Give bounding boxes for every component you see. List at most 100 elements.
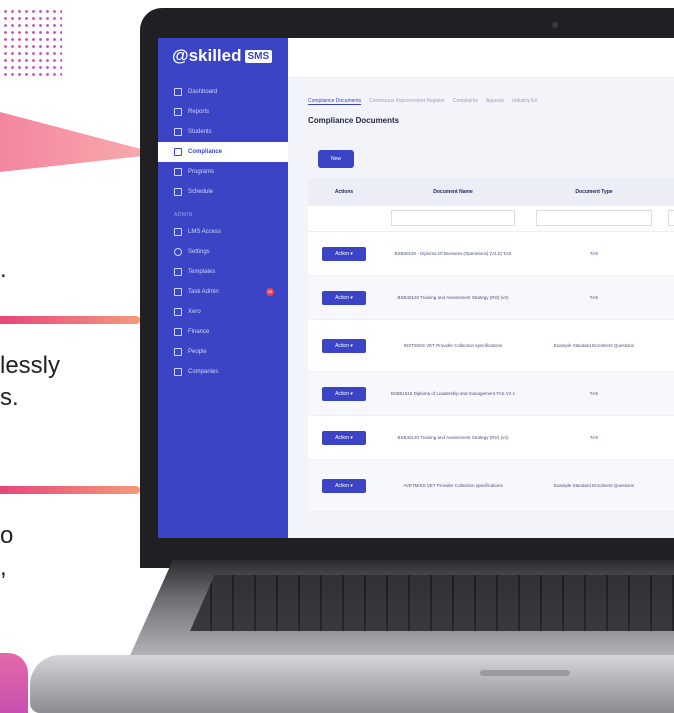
sidebar-item-label: LMS Access bbox=[188, 229, 222, 235]
table-header: Actions Document Name Document Type bbox=[308, 178, 674, 206]
app-logo[interactable]: @skilled SMS bbox=[172, 46, 273, 66]
sidebar-item-schedule[interactable]: Schedule bbox=[158, 182, 288, 202]
action-button[interactable]: Action ▾ bbox=[322, 290, 366, 305]
document-type: Example Standard Enrolment Questions bbox=[553, 343, 635, 348]
sidebar-item-lms-access[interactable]: LMS Access bbox=[158, 222, 288, 242]
table-cell: Action ▾ bbox=[308, 338, 380, 353]
background-text: lessly bbox=[0, 352, 61, 379]
extra-cell: T bbox=[662, 251, 674, 256]
sidebar-item-dashboard[interactable]: Dashboard bbox=[158, 82, 288, 102]
sidebar: @skilled SMS Dashboard Reports Students C… bbox=[158, 38, 288, 538]
table-row: Action ▾ BSB50120 - Diploma Of Business … bbox=[308, 232, 674, 276]
sidebar-item-label: Students bbox=[188, 129, 212, 135]
table-cell: Action ▾ bbox=[308, 290, 380, 305]
document-name-filter[interactable] bbox=[390, 210, 516, 226]
extra-cell: N bbox=[662, 343, 674, 348]
sidebar-item-label: Dashboard bbox=[188, 89, 218, 95]
document-type: TAS bbox=[589, 251, 599, 256]
templates-icon bbox=[174, 268, 182, 276]
sidebar-item-students[interactable]: Students bbox=[158, 122, 288, 142]
document-name: BSB40120 Training and Assessment Strateg… bbox=[397, 435, 509, 440]
sidebar-item-label: Xero bbox=[188, 309, 201, 315]
tab-appeals[interactable]: Appeals bbox=[486, 98, 504, 105]
sidebar-item-label: Schedule bbox=[188, 189, 214, 195]
tab-industry[interactable]: Industry En bbox=[512, 98, 537, 105]
sidebar-item-label: People bbox=[188, 349, 207, 355]
column-header[interactable]: Actions bbox=[308, 189, 380, 195]
action-button[interactable]: Action ▾ bbox=[322, 430, 366, 445]
laptop-screen: @skilled SMS Dashboard Reports Students C… bbox=[158, 38, 674, 538]
table-row: Action ▾ INSTIMSS VET Provider Collectio… bbox=[308, 320, 674, 372]
decorative-wedge bbox=[0, 112, 160, 172]
table-row: Action ▾ BSB40120 Training and Assessmen… bbox=[308, 416, 674, 460]
gear-icon bbox=[174, 248, 182, 256]
extra-cell: R bbox=[662, 391, 674, 396]
extra-filter[interactable] bbox=[667, 210, 674, 226]
extra-cell: T bbox=[662, 295, 674, 300]
sidebar-item-label: Programs bbox=[188, 169, 215, 175]
action-button[interactable]: Action ▾ bbox=[322, 478, 366, 493]
column-header[interactable]: Document Name bbox=[380, 189, 526, 195]
tab-bar: Compliance Documents Continuous Improvem… bbox=[308, 98, 537, 105]
sidebar-item-reports[interactable]: Reports bbox=[158, 102, 288, 122]
sidebar-item-label: Finance bbox=[188, 329, 210, 335]
finance-icon bbox=[174, 328, 182, 336]
sidebar-item-templates[interactable]: Templates bbox=[158, 262, 288, 282]
table-row: Action ▾ BSB40120 Training and Assessmen… bbox=[308, 276, 674, 320]
sidebar-item-programs[interactable]: Programs bbox=[158, 162, 288, 182]
sidebar-item-finance[interactable]: Finance bbox=[158, 322, 288, 342]
table-cell: Action ▾ bbox=[308, 246, 380, 261]
document-name: INSTIMSS VET Provider Collection specifi… bbox=[403, 343, 503, 348]
lms-icon bbox=[174, 228, 182, 236]
table-row: Action ▾ AVETMISS VET Provider Collectio… bbox=[308, 460, 674, 512]
action-button[interactable]: Action ▾ bbox=[322, 386, 366, 401]
students-icon bbox=[174, 128, 182, 136]
schedule-icon bbox=[174, 188, 182, 196]
documents-table: Actions Document Name Document Type Acti… bbox=[308, 178, 674, 512]
notification-badge: 33 bbox=[266, 288, 274, 296]
table-cell: Action ▾ bbox=[308, 478, 380, 493]
camera-icon bbox=[552, 22, 558, 28]
sidebar-item-compliance[interactable]: Compliance bbox=[158, 142, 288, 162]
people-icon bbox=[174, 348, 182, 356]
tab-complaints[interactable]: Complaints bbox=[453, 98, 478, 105]
document-type: TAS bbox=[589, 435, 599, 440]
decorative-stripe bbox=[0, 316, 140, 324]
sidebar-item-task-admin[interactable]: Task Admin 33 bbox=[158, 282, 288, 302]
filter-cell bbox=[662, 210, 674, 228]
sidebar-item-label: Companies bbox=[188, 369, 219, 375]
sidebar-item-people[interactable]: People bbox=[158, 342, 288, 362]
tab-compliance-documents[interactable]: Compliance Documents bbox=[308, 98, 362, 105]
column-header[interactable]: Document Type bbox=[526, 189, 662, 195]
compliance-icon bbox=[174, 148, 182, 156]
xero-icon bbox=[174, 308, 182, 316]
table-body: Action ▾ BSB50120 - Diploma Of Business … bbox=[308, 232, 674, 512]
sidebar-item-xero[interactable]: Xero bbox=[158, 302, 288, 322]
sidebar-item-companies[interactable]: Companies bbox=[158, 362, 288, 382]
background-text: . bbox=[0, 256, 7, 283]
sidebar-item-settings[interactable]: Settings bbox=[158, 242, 288, 262]
filter-cell bbox=[526, 210, 662, 228]
sidebar-item-label: Settings bbox=[188, 249, 210, 255]
decorative-dots bbox=[2, 8, 62, 78]
action-button[interactable]: Action ▾ bbox=[322, 338, 366, 353]
laptop-keyboard bbox=[190, 575, 674, 631]
companies-icon bbox=[174, 368, 182, 376]
sidebar-item-label: Task Admin bbox=[188, 289, 219, 295]
tab-continuous-improvement[interactable]: Continuous Improvement Register bbox=[369, 98, 445, 105]
report-icon bbox=[174, 108, 182, 116]
main-content: Compliance Documents Continuous Improvem… bbox=[288, 78, 674, 538]
sidebar-item-label: Templates bbox=[188, 269, 216, 275]
new-button[interactable]: New bbox=[318, 150, 354, 168]
background-text: , bbox=[0, 554, 7, 581]
filter-row bbox=[308, 206, 674, 232]
table-row: Action ▾ BSB51915 Diploma of Leadership … bbox=[308, 372, 674, 416]
action-button[interactable]: Action ▾ bbox=[322, 246, 366, 261]
logo-badge: SMS bbox=[244, 50, 273, 64]
laptop-notch bbox=[480, 670, 570, 676]
chart-icon bbox=[174, 88, 182, 96]
sidebar-item-label: Reports bbox=[188, 109, 210, 115]
extra-cell: N bbox=[662, 483, 674, 488]
document-type-filter[interactable] bbox=[536, 210, 652, 226]
document-name: BSB51915 Diploma of Leadership and manag… bbox=[390, 391, 516, 396]
